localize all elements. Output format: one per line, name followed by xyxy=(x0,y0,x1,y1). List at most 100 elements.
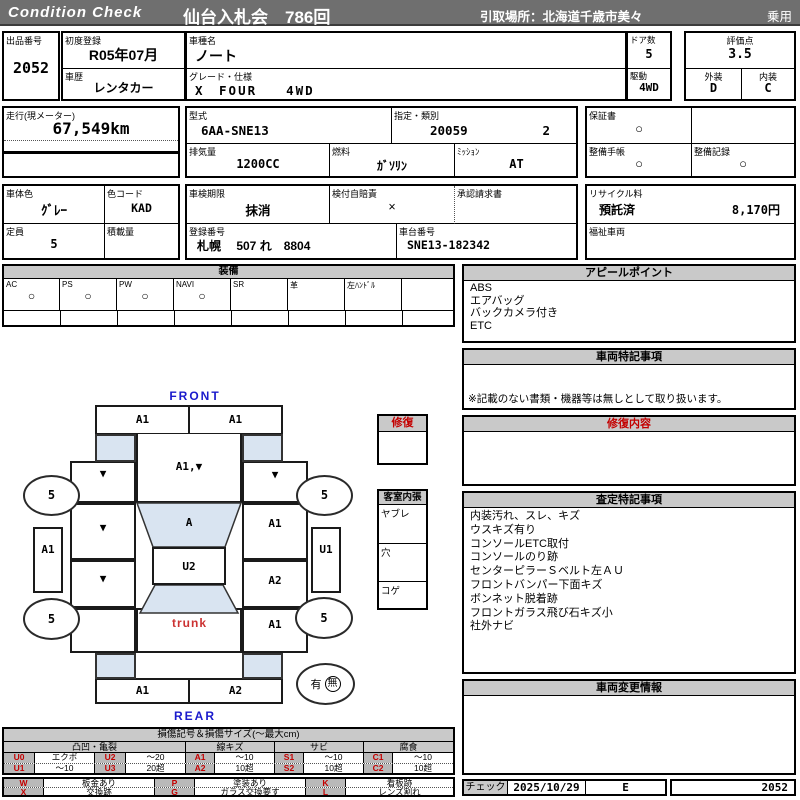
legend-desc: 板金あり xyxy=(44,779,155,787)
repair-detail-title: 修復内容 xyxy=(464,417,794,432)
legend-group-rust: サビ xyxy=(275,742,364,752)
side-panel-left: A1 xyxy=(33,527,63,593)
tire-rear-left: 5 xyxy=(23,598,80,640)
cabin-box: 客室内張 ヤブレ 穴 コゲ xyxy=(377,489,428,610)
legend-code: C2 xyxy=(364,764,393,773)
load-label: 積載量 xyxy=(107,227,135,237)
taillight-right xyxy=(242,653,283,679)
inspection-table: 車検期限 抹消 検付自賠責 × 承認請求書 登録番号 札幌 507 れ 8804… xyxy=(185,184,578,260)
recycle-label: リサイクル料 xyxy=(589,189,643,199)
assessment-line: ウスキズ有り xyxy=(470,523,536,536)
score-label: 評価点 xyxy=(726,36,754,46)
equip-navi-value: ○ xyxy=(198,289,206,303)
assessment-line: フロントバンパー下面キズ xyxy=(470,578,603,591)
legend-desc: ～10 xyxy=(304,753,364,763)
repair-side-box: 修復 xyxy=(377,414,428,465)
legend-desc: ～10 xyxy=(215,753,275,763)
assessment-line: コンソールETC取付 xyxy=(470,537,569,550)
cabin-row-hole: 穴 xyxy=(381,548,391,559)
legend-code: S1 xyxy=(275,753,304,763)
model-code-table: 型式 6AA-SNE13 指定・類別 20059 2 排気量 1200CC 燃料… xyxy=(185,106,578,178)
tire-front-right: 5 xyxy=(296,475,353,516)
doors-value: 5 xyxy=(645,47,653,61)
legend-code: X xyxy=(4,788,44,795)
registration-number-value: 札幌 507 れ 8804 xyxy=(197,239,311,253)
legend-desc: 交換跡 xyxy=(44,788,155,795)
equip-ps-value: ○ xyxy=(84,289,92,303)
headlight-left xyxy=(95,434,136,462)
side-panel-right-mark: U1 xyxy=(319,543,333,556)
roof-panel: U2 xyxy=(152,547,226,585)
rear-bumper-right-mark: A2 xyxy=(228,684,243,697)
fender-front-right-mark: ▼ xyxy=(271,468,279,481)
chassis-number-label: 車台番号 xyxy=(399,227,436,237)
lot-number-label: 出品番号 xyxy=(6,36,43,46)
front-bumper-right: A1 xyxy=(188,405,283,435)
color-code-label: 色コード xyxy=(107,189,144,199)
tire-rear-right: 5 xyxy=(295,597,353,639)
chassis-number-value: SNE13-182342 xyxy=(407,238,491,252)
equip-ac-value: ○ xyxy=(27,289,36,303)
front-bumper-left-mark: A1 xyxy=(135,413,150,426)
rear-bumper-left-mark: A1 xyxy=(135,684,150,697)
model-name-value: ノート xyxy=(195,48,237,64)
class-code-value: 20059 xyxy=(430,123,468,138)
legend-desc: レンズ割れ xyxy=(378,788,421,795)
legend-code: C1 xyxy=(364,753,393,763)
maintenance-record-value: ○ xyxy=(739,156,747,171)
side-panel-right: U1 xyxy=(311,527,341,593)
legend-code: L xyxy=(306,788,346,795)
warranty-table: 保証書 ○ 整備手帳 ○ 整備記録 ○ xyxy=(585,106,796,178)
assessment-title: 査定特記事項 xyxy=(464,493,794,508)
door-rear-right-mark: A2 xyxy=(268,574,282,587)
legend-code: W xyxy=(4,779,44,787)
equip-sr-label: SR xyxy=(233,280,245,289)
body-color-label: 車体色 xyxy=(6,189,34,199)
cabin-box-title: 客室内張 xyxy=(379,491,426,505)
insurance-label: 検付自賠責 xyxy=(332,189,378,199)
color-capacity-table: 車体色 ｸﾞﾚｰ 色コード KAD 定員 5 積載量 xyxy=(2,184,180,260)
windshield-mark: A xyxy=(185,516,193,529)
drive-value: 4WD xyxy=(639,81,659,94)
score-value: 3.5 xyxy=(728,47,752,62)
recycle-table: リサイクル料 預託済 8,170円 福祉車両 xyxy=(585,184,796,260)
door-rear-right: A2 xyxy=(242,560,308,608)
check-label: チェック xyxy=(464,781,508,794)
displacement-value: 1200CC xyxy=(236,157,280,171)
legend-desc: 10超 xyxy=(304,764,364,773)
equip-lhd-label: 左ﾊﾝﾄﾞﾙ xyxy=(347,281,375,290)
insurance-value: × xyxy=(388,200,396,214)
class-label: 指定・類別 xyxy=(394,111,440,121)
spare-tire-indicator: 有無 xyxy=(296,663,355,705)
legend-code: S2 xyxy=(275,764,304,773)
legend-desc: ～10 xyxy=(35,764,95,773)
vehicle-class: 乗用 xyxy=(766,10,792,24)
appeal-line: バックカメラ付き xyxy=(470,307,558,319)
door-front-left: ▼ xyxy=(70,503,136,560)
title-bar: Condition Check 仙台入札会 786回 引取場所：北海道千歳市美々… xyxy=(0,0,800,27)
assessment-line: 社外ナビ xyxy=(470,620,514,633)
rear-label: REAR xyxy=(173,709,216,723)
legend-desc: エクボ xyxy=(35,753,95,763)
doors-label: ドア数 xyxy=(630,35,656,45)
legend-desc: ガラス交換要す xyxy=(195,788,306,795)
legend-desc: 20超 xyxy=(126,764,186,773)
legend-code: U2 xyxy=(95,753,126,763)
check-lot-box: 2052 xyxy=(670,779,796,796)
check-date: 2025/10/29 xyxy=(508,781,586,794)
class-no-value: 2 xyxy=(542,123,550,138)
model-grade-box: 車種名 ノート グレード・仕様 X FOUR 4WD xyxy=(185,31,627,101)
legend-title: 損傷記号＆損傷サイズ(～最大cm) xyxy=(4,729,453,742)
change-info-panel: 車両変更情報 xyxy=(462,679,796,775)
door-rear-left-mark: ▼ xyxy=(99,572,107,585)
taillight-left xyxy=(95,653,136,679)
appeal-line: エアバッグ xyxy=(470,294,525,307)
appeal-line: ABS xyxy=(470,282,493,294)
legend-code: U3 xyxy=(95,764,126,773)
legend-table: 損傷記号＆損傷サイズ(～最大cm) 凸凹・亀裂 線キズ サビ 腐食 U0 エクボ… xyxy=(2,727,455,775)
legend-desc: 看板跡 xyxy=(386,779,413,787)
registration-history-box: 初度登録 R05年07月 車歴 レンタカー xyxy=(61,31,186,101)
assessment-line: コンソールのり跡 xyxy=(470,551,558,564)
check-lot-number: 2052 xyxy=(761,781,789,794)
door-front-left-mark: ▼ xyxy=(99,521,107,534)
